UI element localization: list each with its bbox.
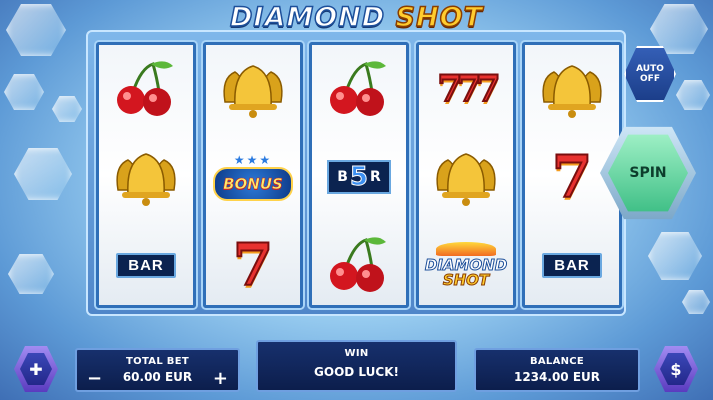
stars-icon: ★★★ (233, 153, 273, 167)
background-hex-decoration (8, 254, 54, 294)
bar-symbol: BAR (116, 252, 176, 278)
diamond-shot-symbol: DIAMOND SHOT (424, 242, 508, 289)
bell-icon (542, 65, 602, 118)
background-hex-decoration (648, 232, 702, 280)
seven-symbol: 7 (232, 231, 274, 299)
background-hex-decoration (4, 74, 44, 110)
auto-state: OFF (640, 74, 660, 84)
bonus-symbol: BONUS (213, 167, 293, 201)
game-title: DIAMOND SHOT (0, 1, 713, 34)
spin-label: SPIN (629, 165, 667, 181)
five-bar-left: B (337, 169, 348, 185)
background-hex-decoration (676, 80, 710, 110)
auto-spin-button[interactable]: AUTO OFF (624, 46, 676, 102)
triple-seven-symbol: 777 (436, 68, 501, 110)
bell-icon (436, 153, 496, 206)
bar-symbol: BAR (542, 252, 602, 278)
spin-button-face: SPIN (608, 134, 688, 212)
five-bar-symbol: B 5 R (327, 160, 391, 194)
cherry-icon (330, 237, 386, 292)
decrease-bet-button[interactable]: − (87, 368, 102, 389)
bell-icon (223, 65, 283, 118)
title-diamond: DIAMOND (229, 1, 386, 34)
reel-cell: B 5 R (312, 133, 406, 221)
balance-label: BALANCE (529, 356, 585, 367)
flame-icon (435, 242, 496, 256)
reel-cell: 777 (419, 45, 513, 133)
win-label: WIN (344, 348, 369, 359)
balance-value: 1234.00 EUR (513, 370, 600, 384)
coin-settings-icon: $ (660, 353, 692, 385)
plus-hex-icon: ✚ (20, 353, 52, 385)
menu-button[interactable]: ✚ (14, 346, 58, 392)
auto-label: AUTO (636, 63, 664, 74)
balance-panel: BALANCE 1234.00 EUR (474, 348, 640, 392)
increase-bet-button[interactable]: + (213, 368, 228, 389)
diamond-shot-line2: SHOT (442, 271, 490, 289)
reel-cell: DIAMOND SHOT (419, 221, 513, 309)
reel-cell (312, 221, 406, 309)
reel-cell (525, 45, 619, 133)
reel-cell: ★★★ BONUS (206, 133, 300, 221)
reel-cell (312, 45, 406, 133)
reel-4: 777 DIAMOND SHOT (416, 42, 516, 308)
reel-3: B 5 R (309, 42, 409, 308)
total-bet-panel: TOTAL BET 60.00 EUR − + (75, 348, 240, 392)
reel-cell: 7 (206, 221, 300, 309)
reel-cell (419, 133, 513, 221)
cherry-icon (330, 61, 386, 116)
win-panel: WIN GOOD LUCK! (256, 340, 457, 392)
bell-icon (116, 153, 176, 206)
background-hex-decoration (14, 148, 72, 200)
reel-1: BAR (96, 42, 196, 308)
title-shot: SHOT (395, 1, 483, 34)
reel-cell: BAR (525, 221, 619, 309)
five-bar-right: R (369, 169, 381, 185)
bet-settings-button[interactable]: $ (654, 346, 698, 392)
total-bet-label: TOTAL BET (126, 356, 189, 367)
five-bar-digit: 5 (349, 162, 368, 193)
seven-symbol: 7 (551, 143, 593, 211)
background-hex-decoration (682, 290, 710, 314)
win-value: GOOD LUCK! (314, 365, 399, 379)
cherry-icon (117, 61, 173, 116)
reel-cell (99, 133, 193, 221)
background-hex-decoration (52, 96, 82, 122)
reel-cell (206, 45, 300, 133)
reel-cell: BAR (99, 221, 193, 309)
reel-2: ★★★ BONUS 7 (203, 42, 303, 308)
reel-cell (99, 45, 193, 133)
